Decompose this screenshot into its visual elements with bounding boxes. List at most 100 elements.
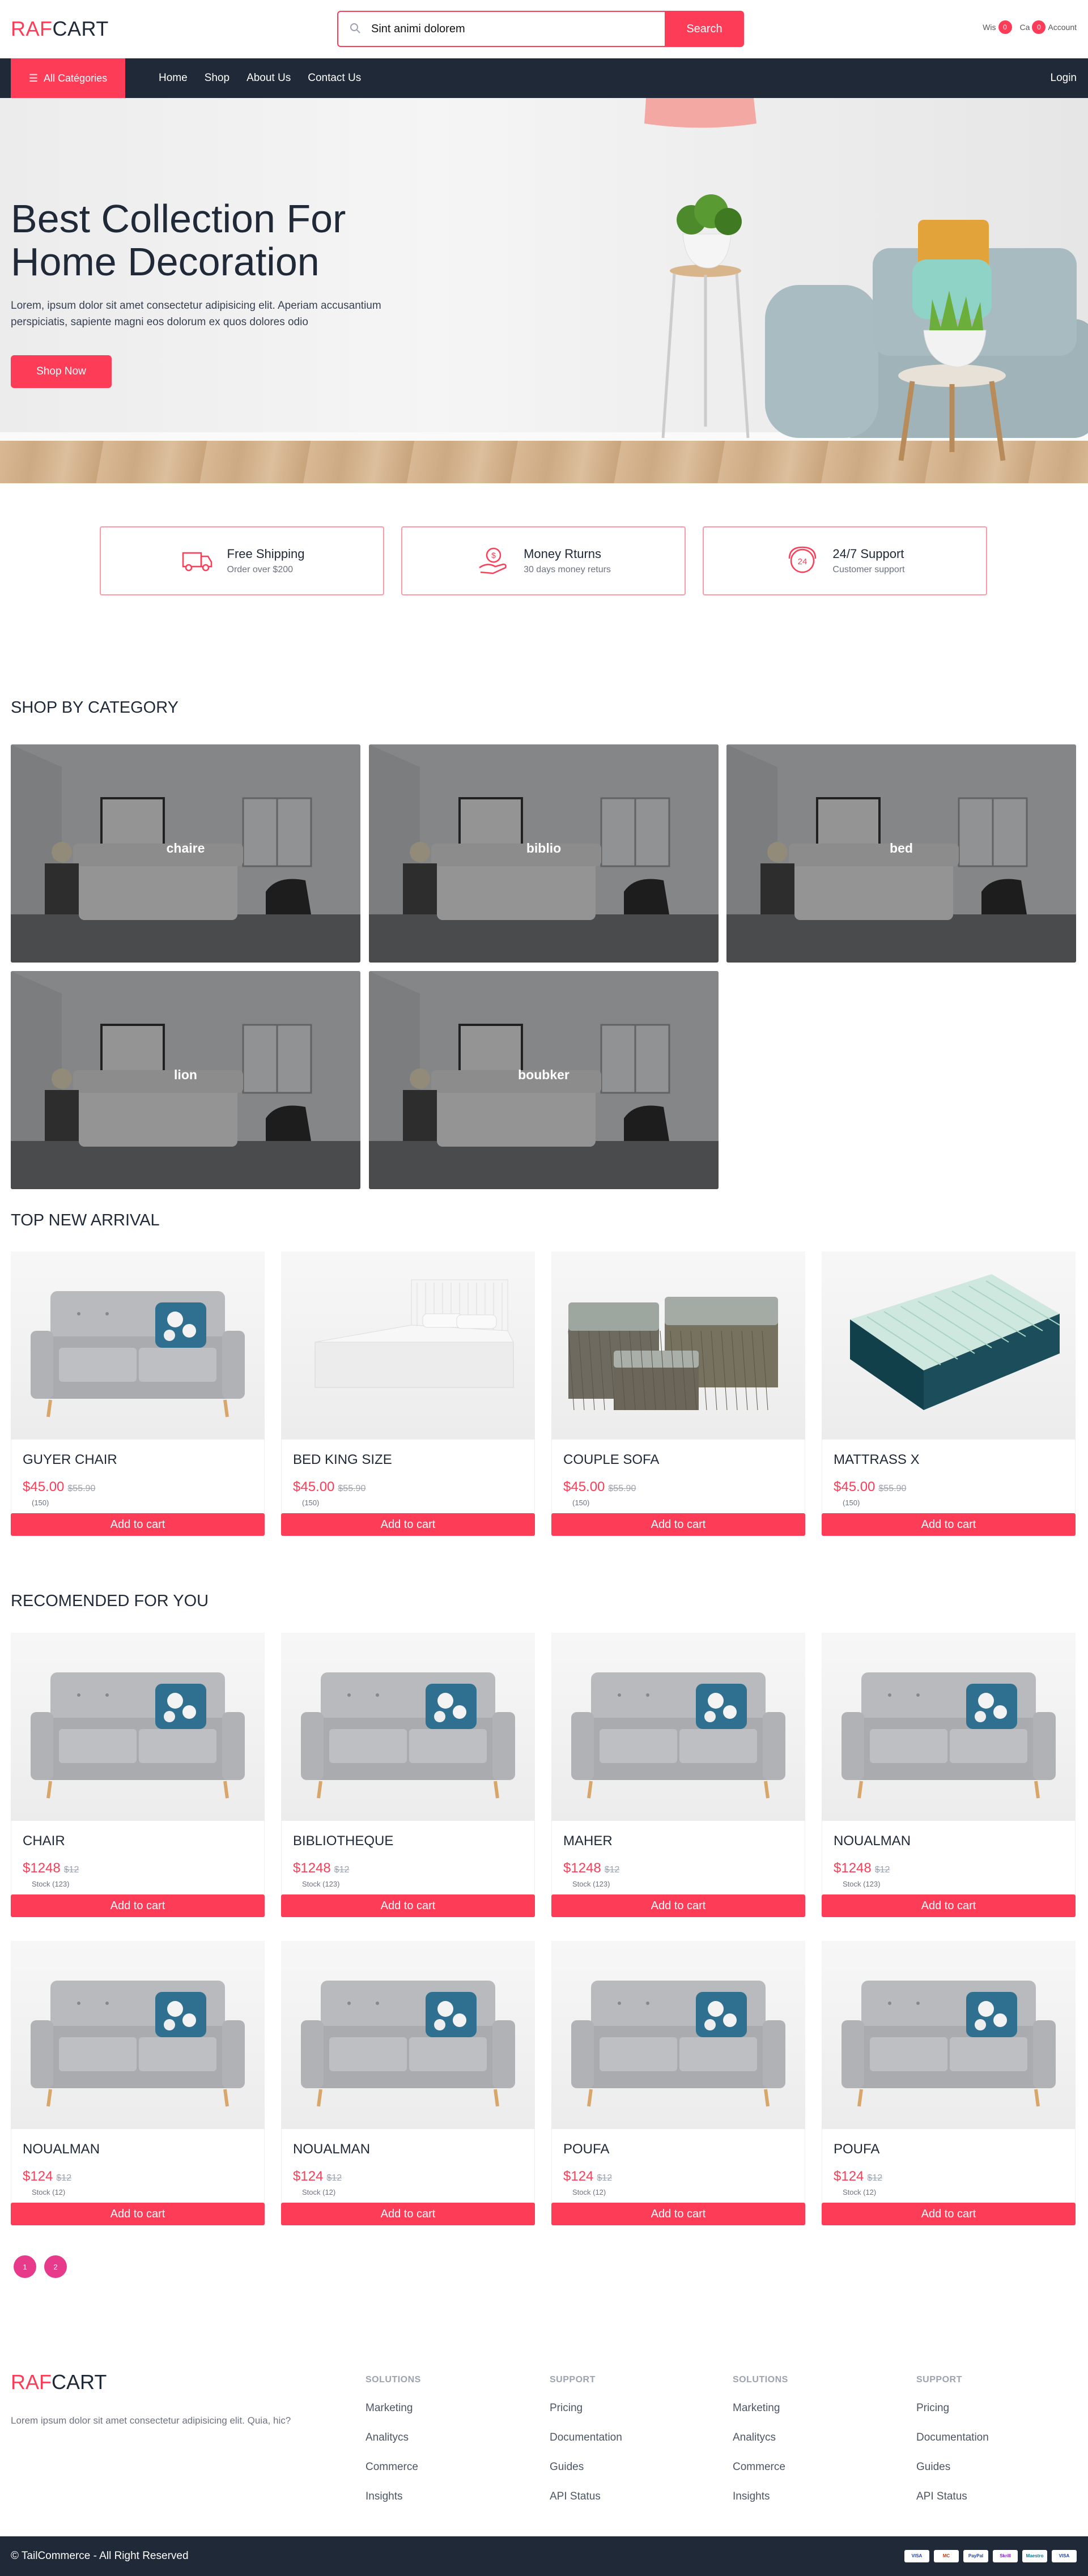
product-card[interactable]: NOUALMAN $124 $12 Stock (12) Add to cart	[281, 1941, 535, 2225]
product-image[interactable]	[11, 1633, 265, 1821]
footer-link[interactable]: Marketing	[366, 2402, 421, 2415]
footer-link[interactable]: Analitycs	[366, 2432, 421, 2444]
add-to-cart-button[interactable]: Add to cart	[822, 1513, 1076, 1536]
product-image[interactable]	[551, 1941, 805, 2129]
product-image[interactable]	[551, 1251, 805, 1440]
add-to-cart-button[interactable]: Add to cart	[551, 2203, 805, 2225]
footer-link[interactable]: API Status	[916, 2490, 989, 2503]
category-card[interactable]: bed	[726, 744, 1076, 963]
product-image[interactable]	[822, 1251, 1076, 1440]
pagination: 1 2	[14, 2255, 67, 2278]
footer-link[interactable]: Marketing	[733, 2402, 788, 2415]
footer-logo[interactable]: RAFCART	[11, 2370, 107, 2394]
page-2-button[interactable]: 2	[44, 2255, 67, 2278]
footer-link[interactable]: Pricing	[916, 2402, 989, 2415]
product-name[interactable]: CHAIR	[23, 1833, 253, 1849]
login-link[interactable]: Login	[1051, 58, 1077, 98]
page-1-button[interactable]: 1	[14, 2255, 36, 2278]
footer-link[interactable]: Commerce	[733, 2461, 788, 2473]
add-to-cart-button[interactable]: Add to cart	[11, 1894, 265, 1917]
product-card[interactable]: GUYER CHAIR $45.00 $55.90 (150) Add to cart	[11, 1251, 265, 1536]
footer-link[interactable]: Pricing	[550, 2402, 622, 2415]
nav-link-contact[interactable]: Contact Us	[308, 72, 361, 84]
footer-link[interactable]: Documentation	[916, 2432, 989, 2444]
product-image[interactable]	[281, 1633, 535, 1821]
footer-link[interactable]: Documentation	[550, 2432, 622, 2444]
footer-link[interactable]: API Status	[550, 2490, 622, 2503]
product-name[interactable]: NOUALMAN	[834, 1833, 1064, 1849]
product-name[interactable]: POUFA	[563, 2141, 793, 2157]
category-card[interactable]: chaire	[11, 744, 360, 963]
product-card[interactable]: CHAIR $1248 $12 Stock (123) Add to cart	[11, 1633, 265, 1917]
product-card[interactable]: POUFA $124 $12 Stock (12) Add to cart	[822, 1941, 1076, 2225]
feature-title: 24/7 Support	[832, 547, 904, 561]
nav-link-home[interactable]: Home	[159, 72, 188, 84]
cart-link[interactable]: Ca 0 Account	[1020, 20, 1077, 34]
all-categories-button[interactable]: ☰ All Catégories	[11, 58, 125, 98]
product-old-price: $55.90	[338, 1484, 366, 1493]
product-name[interactable]: MATTRASS X	[834, 1452, 1064, 1468]
product-info: MAHER $1248 $12 Stock (123)	[551, 1821, 805, 1894]
nav-link-shop[interactable]: Shop	[205, 72, 230, 84]
product-card[interactable]: MATTRASS X $45.00 $55.90 (150) Add to cart	[822, 1251, 1076, 1536]
shop-now-button[interactable]: Shop Now	[11, 355, 112, 388]
category-name: boubker	[518, 1067, 570, 1082]
add-to-cart-button[interactable]: Add to cart	[281, 2203, 535, 2225]
category-card[interactable]: biblio	[369, 744, 719, 963]
product-name[interactable]: NOUALMAN	[23, 2141, 253, 2157]
add-to-cart-button[interactable]: Add to cart	[11, 1513, 265, 1536]
footer-column: SOLUTIONS Marketing Analitycs Commerce Insig…	[733, 2375, 788, 2503]
add-to-cart-button[interactable]: Add to cart	[822, 1894, 1076, 1917]
category-card[interactable]: boubker	[369, 971, 719, 1189]
payment-paypal-icon: PayPal	[963, 2550, 988, 2562]
logo[interactable]: RAFCART	[11, 17, 109, 41]
product-image[interactable]	[281, 1251, 535, 1440]
wishlist-link[interactable]: Wis 0	[983, 20, 1012, 34]
product-name[interactable]: BIBLIOTHEQUE	[293, 1833, 523, 1849]
product-image[interactable]	[822, 1941, 1076, 2129]
add-to-cart-button[interactable]: Add to cart	[281, 1894, 535, 1917]
product-image[interactable]	[281, 1941, 535, 2129]
product-name[interactable]: GUYER CHAIR	[23, 1452, 253, 1468]
product-card[interactable]: NOUALMAN $124 $12 Stock (12) Add to cart	[11, 1941, 265, 2225]
product-info: MATTRASS X $45.00 $55.90 (150)	[822, 1440, 1076, 1513]
footer-link[interactable]: Guides	[916, 2461, 989, 2473]
add-to-cart-button[interactable]: Add to cart	[551, 1894, 805, 1917]
product-old-price: $12	[326, 2173, 342, 2183]
footer-link[interactable]: Guides	[550, 2461, 622, 2473]
product-name[interactable]: POUFA	[834, 2141, 1064, 2157]
category-card[interactable]: lion	[11, 971, 360, 1189]
add-to-cart-button[interactable]: Add to cart	[551, 1513, 805, 1536]
footer-link[interactable]: Analitycs	[733, 2432, 788, 2444]
product-card[interactable]: BED KING SIZE $45.00 $55.90 (150) Add to car…	[281, 1251, 535, 1536]
search-button[interactable]: Search	[665, 11, 744, 47]
product-image[interactable]	[822, 1633, 1076, 1821]
product-name[interactable]: MAHER	[563, 1833, 793, 1849]
product-card[interactable]: COUPLE SOFA $45.00 $55.90 (150) Add to cart	[551, 1251, 805, 1536]
product-image[interactable]	[551, 1633, 805, 1821]
product-name[interactable]: BED KING SIZE	[293, 1452, 523, 1468]
product-card[interactable]: MAHER $1248 $12 Stock (123) Add to cart	[551, 1633, 805, 1917]
product-name[interactable]: COUPLE SOFA	[563, 1452, 793, 1468]
add-to-cart-button[interactable]: Add to cart	[281, 1513, 535, 1536]
footer-link[interactable]: Insights	[366, 2490, 421, 2503]
category-name: lion	[174, 1067, 197, 1082]
product-info: GUYER CHAIR $45.00 $55.90 (150)	[11, 1440, 265, 1513]
add-to-cart-button[interactable]: Add to cart	[822, 2203, 1076, 2225]
nav-link-about[interactable]: About Us	[246, 72, 291, 84]
product-image[interactable]	[11, 1251, 265, 1440]
product-image[interactable]	[11, 1941, 265, 2129]
product-card[interactable]: BIBLIOTHEQUE $1248 $12 Stock (123) Add to ca…	[281, 1633, 535, 1917]
add-to-cart-button[interactable]: Add to cart	[11, 2203, 265, 2225]
product-card[interactable]: NOUALMAN $1248 $12 Stock (123) Add to cart	[822, 1633, 1076, 1917]
product-info: BED KING SIZE $45.00 $55.90 (150)	[281, 1440, 535, 1513]
footer-link[interactable]: Commerce	[366, 2461, 421, 2473]
svg-text:$: $	[491, 551, 496, 560]
search-input[interactable]	[337, 11, 665, 47]
account-label[interactable]: Account	[1048, 23, 1077, 32]
footer-link[interactable]: Insights	[733, 2490, 788, 2503]
product-name[interactable]: NOUALMAN	[293, 2141, 523, 2157]
product-meta: (150)	[843, 1498, 860, 1507]
bottom-bar: © TailCommerce - All Right Reserved VISA…	[0, 2536, 1088, 2576]
product-card[interactable]: POUFA $124 $12 Stock (12) Add to cart	[551, 1941, 805, 2225]
